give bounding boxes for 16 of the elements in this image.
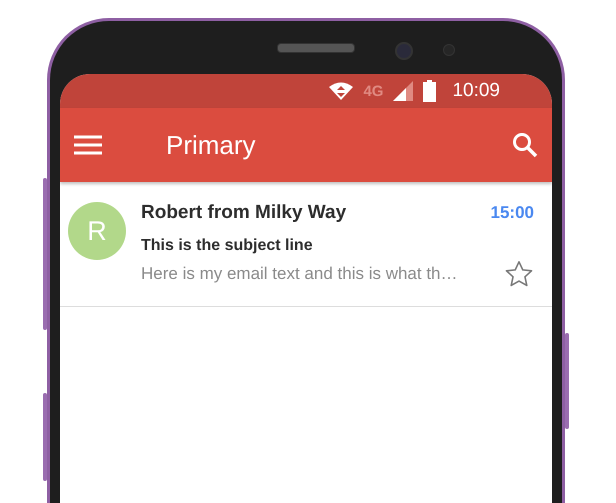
star-icon[interactable] bbox=[504, 260, 534, 288]
signal-icon bbox=[393, 81, 414, 101]
battery-icon bbox=[423, 80, 436, 102]
email-preview: Here is my email text and this is what th… bbox=[141, 264, 458, 284]
app-title: Primary bbox=[166, 130, 257, 160]
email-sender: Robert from Milky Way bbox=[141, 202, 346, 224]
email-item[interactable]: R Robert from Milky Way 15:00 This is the subject line Here is my email text and this is what th… bbox=[60, 182, 552, 307]
avatar: R bbox=[68, 202, 126, 260]
email-time: 15:00 bbox=[490, 203, 534, 223]
network-label: 4G bbox=[363, 82, 384, 100]
clock-time: 10:09 bbox=[452, 80, 500, 102]
camera-icon bbox=[395, 42, 413, 60]
menu-icon[interactable] bbox=[72, 133, 104, 157]
wifi-icon bbox=[329, 82, 354, 100]
search-icon[interactable] bbox=[510, 130, 540, 160]
email-subject: This is the subject line bbox=[141, 237, 314, 255]
